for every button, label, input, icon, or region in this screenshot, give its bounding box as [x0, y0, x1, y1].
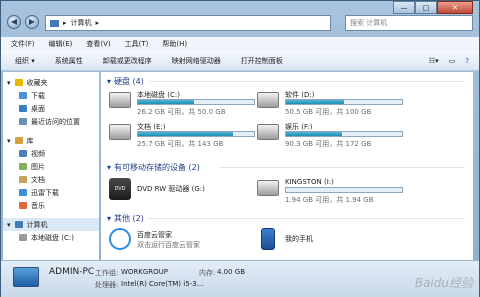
cpu-label: 处理器:	[95, 281, 119, 289]
watermark: Baidu经验	[414, 276, 473, 290]
open-control-panel-button[interactable]: 打开控制面板	[241, 56, 283, 66]
forward-button[interactable]: ▶	[25, 15, 39, 29]
address-bar[interactable]: ▸ 计算机 ▸	[45, 15, 331, 31]
menu-edit[interactable]: 编辑(E)	[49, 39, 73, 49]
menu-bar: 文件(F) 编辑(E) 查看(V) 工具(T) 帮助(H)	[1, 37, 479, 51]
hard-drive-icon	[257, 124, 279, 140]
video-icon	[19, 150, 27, 157]
baidu-cloud-item[interactable]: 百度云管家 双击运行百度云管家	[109, 228, 259, 254]
windows-drive-icon	[109, 92, 131, 108]
drive-item[interactable]: 本地磁盘 (C:) 26.2 GB 可用，共 50.0 GB	[109, 90, 259, 116]
nav-pictures[interactable]: 图片	[3, 160, 99, 173]
computer-icon	[13, 267, 39, 287]
drive-item[interactable]: 文档 (E:) 25.7 GB 可用，共 143 GB	[109, 122, 259, 148]
menu-view[interactable]: 查看(V)	[86, 39, 110, 49]
capacity-bar	[137, 99, 255, 105]
expand-icon: ▾	[7, 136, 11, 145]
nav-music[interactable]: 音乐	[3, 199, 99, 212]
download-folder-icon	[19, 92, 27, 99]
address-row: ◀ ▶ ▸ 计算机 ▸ 搜索 计算机	[1, 1, 479, 37]
view-options-icon[interactable]: ☷▾	[429, 57, 439, 65]
group-divider	[147, 218, 465, 219]
capacity-bar	[137, 131, 255, 137]
star-icon	[14, 79, 23, 86]
capacity-bar	[285, 131, 403, 137]
group-header-hard-disks[interactable]: ▾ 硬盘 (4)	[107, 75, 144, 87]
menu-help[interactable]: 帮助(H)	[162, 39, 187, 49]
pc-name: ADMIN-PC	[49, 267, 95, 277]
hard-drive-icon	[109, 124, 131, 140]
nav-libraries[interactable]: ▾ 库	[3, 134, 99, 147]
uninstall-program-button[interactable]: 卸载或更改程序	[103, 56, 152, 66]
group-header-removable[interactable]: ▾ 有可移动存储的设备 (2)	[107, 161, 200, 173]
collapse-icon: ▾	[107, 213, 112, 223]
drive-item[interactable]: 软件 (D:) 50.5 GB 可用，共 100 GB	[257, 90, 407, 116]
thunder-download-icon	[19, 189, 27, 196]
nav-drive-c[interactable]: 本地磁盘 (C:)	[3, 231, 99, 244]
nav-thunder-download[interactable]: 迅雷下载	[3, 186, 99, 199]
hard-drive-icon	[257, 92, 279, 108]
my-phone-item[interactable]: 我的手机	[257, 228, 407, 254]
phone-icon	[261, 228, 275, 250]
dvd-drive-item[interactable]: DVD DVD RW 驱动器 (G:)	[109, 178, 259, 204]
group-divider	[149, 81, 465, 82]
navigation-pane: ▾ 收藏夹 下载 桌面 最近访问的位置 ▾ 库 视频 图片 文档 迅雷下载 音乐…	[3, 72, 99, 260]
nav-downloads[interactable]: 下载	[3, 89, 99, 102]
drive-item[interactable]: 娱乐 (F:) 90.3 GB 可用，共 172 GB	[257, 122, 407, 148]
preview-pane-icon[interactable]: ▭	[449, 57, 456, 65]
dvd-drive-icon: DVD	[109, 178, 131, 200]
breadcrumb-separator-icon: ▸	[95, 19, 100, 27]
recent-places-icon	[19, 118, 27, 125]
breadcrumb-computer[interactable]: 计算机	[71, 18, 92, 28]
group-divider	[219, 167, 465, 168]
baidu-cloud-icon	[109, 228, 131, 250]
organize-button[interactable]: 组织 ▾	[15, 56, 35, 66]
back-button[interactable]: ◀	[7, 15, 21, 29]
menu-file[interactable]: 文件(F)	[11, 39, 35, 49]
computer-icon	[14, 221, 23, 228]
workgroup-value: WORKGROUP	[121, 268, 169, 276]
workgroup-label: 工作组:	[95, 269, 119, 277]
capacity-bar	[285, 187, 403, 193]
details-pane: ADMIN-PC 工作组: WORKGROUP 内存: 4.00 GB 处理器:…	[1, 260, 479, 297]
explorer-window: — □ ✕ ◀ ▶ ▸ 计算机 ▸ 搜索 计算机 文件(F) 编辑(E) 查看(…	[0, 0, 480, 297]
usb-drive-icon	[257, 180, 279, 196]
nav-documents[interactable]: 文档	[3, 173, 99, 186]
collapse-icon: ▾	[107, 162, 112, 172]
collapse-icon: ▾	[107, 76, 112, 86]
nav-videos[interactable]: 视频	[3, 147, 99, 160]
cpu-value: Intel(R) Core(TM) i5-3...	[121, 280, 204, 288]
menu-tools[interactable]: 工具(T)	[125, 39, 149, 49]
desktop-icon	[19, 105, 27, 112]
music-icon	[19, 202, 27, 209]
pictures-icon	[19, 163, 27, 170]
map-network-drive-button[interactable]: 映射网络驱动器	[172, 56, 221, 66]
computer-icon	[50, 19, 59, 27]
breadcrumb-separator-icon: ▸	[63, 19, 67, 27]
help-icon[interactable]: ?	[465, 57, 469, 65]
documents-icon	[19, 176, 27, 183]
nav-desktop[interactable]: 桌面	[3, 102, 99, 115]
command-bar: 组织 ▾ 系统属性 卸载或更改程序 映射网络驱动器 打开控制面板 ☷▾ ▭ ?	[1, 51, 479, 71]
group-header-other[interactable]: ▾ 其他 (2)	[107, 212, 144, 224]
memory-value: 4.00 GB	[217, 268, 246, 276]
nav-computer[interactable]: ▾ 计算机	[3, 218, 99, 231]
memory-label: 内存:	[199, 269, 216, 277]
drive-icon	[19, 234, 27, 241]
content-pane: ▾ 硬盘 (4) 本地磁盘 (C:) 26.2 GB 可用，共 50.0 GB …	[101, 72, 473, 260]
expand-icon: ▾	[7, 78, 11, 87]
system-properties-button[interactable]: 系统属性	[55, 56, 83, 66]
nav-recent-places[interactable]: 最近访问的位置	[3, 115, 99, 128]
search-input[interactable]: 搜索 计算机	[345, 15, 473, 31]
expand-icon: ▾	[7, 220, 11, 229]
capacity-bar	[285, 99, 403, 105]
nav-favorites[interactable]: ▾ 收藏夹	[3, 76, 99, 89]
usb-drive-item[interactable]: KINGSTON (I:) 1.94 GB 可用，共 1.94 GB	[257, 178, 407, 204]
library-icon	[14, 137, 23, 144]
